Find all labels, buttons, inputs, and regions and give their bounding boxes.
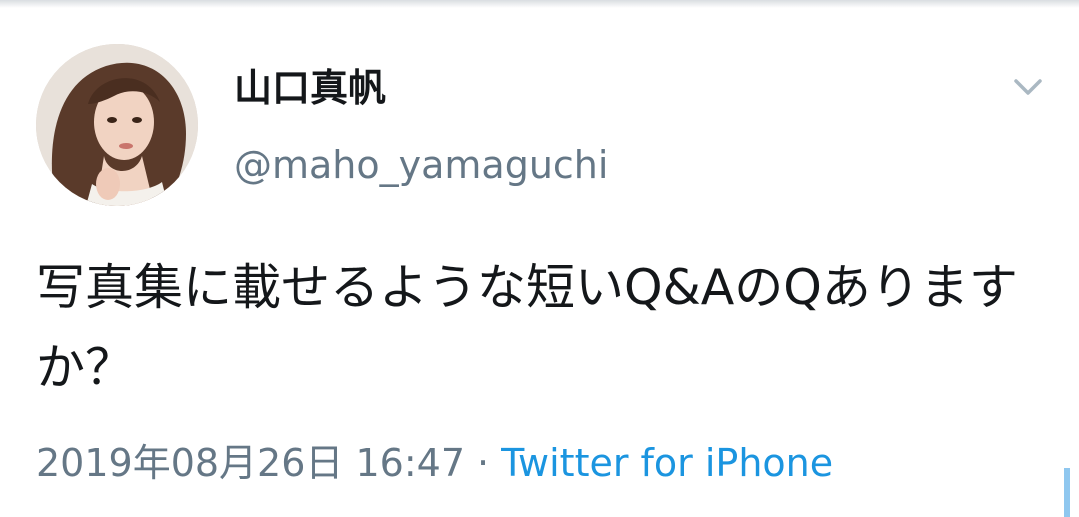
avatar-photo	[36, 44, 198, 206]
tweet-detail: 山口真帆 @maho_yamaguchi 写真集に載せるような短いQ&AのQあり…	[0, 0, 1079, 517]
tweet-text: 写真集に載せるような短いQ&AのQありますか？	[36, 259, 1018, 396]
chevron-down-icon[interactable]	[1008, 70, 1048, 104]
meta-separator: ·	[477, 441, 490, 485]
tweet-source-link[interactable]: Twitter for iPhone	[501, 441, 833, 485]
avatar[interactable]	[36, 44, 198, 206]
scroll-indicator	[1064, 468, 1070, 517]
user-handle[interactable]: @maho_yamaguchi	[234, 141, 608, 189]
tweet-meta: 2019年08月26日 16:47 · Twitter for iPhone	[36, 438, 833, 488]
display-name[interactable]: 山口真帆	[234, 64, 386, 112]
tweet-timestamp[interactable]: 2019年08月26日 16:47	[36, 441, 465, 485]
